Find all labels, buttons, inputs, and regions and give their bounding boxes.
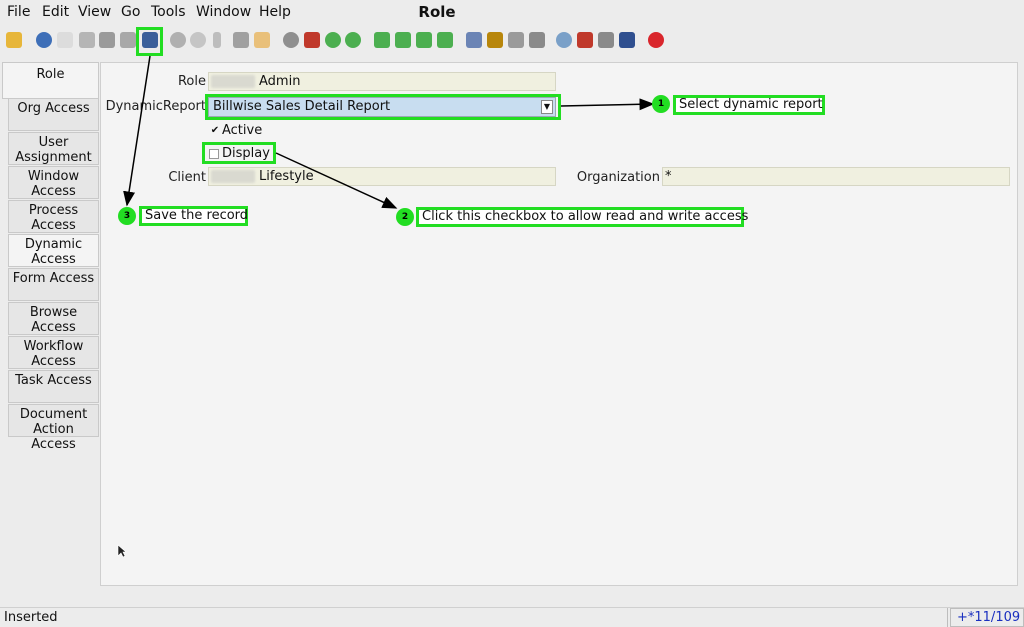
- history-icon[interactable]: [254, 32, 270, 48]
- organization-field[interactable]: *: [662, 167, 1010, 186]
- forward-icon[interactable]: [345, 32, 361, 48]
- back-icon[interactable]: [325, 32, 341, 48]
- tab-dynamic-access[interactable]: Dynamic Access: [8, 234, 99, 267]
- client-value: Lifestyle: [259, 169, 314, 184]
- requests-icon[interactable]: [598, 32, 614, 48]
- refresh-icon[interactable]: [170, 32, 186, 48]
- report-icon[interactable]: [466, 32, 482, 48]
- attachment-icon[interactable]: [213, 32, 221, 48]
- tab-form-access[interactable]: Form Access: [8, 268, 99, 301]
- status-bar: Inserted +*11/109: [0, 607, 1024, 627]
- record-panel: [100, 62, 1018, 586]
- dynamic-report-label: DynamicReport: [105, 99, 206, 114]
- step2-callout: Click this checkbox to allow read and wr…: [416, 207, 748, 227]
- undo-icon[interactable]: [6, 32, 22, 48]
- archive-icon[interactable]: [487, 32, 503, 48]
- chat-icon[interactable]: [233, 32, 249, 48]
- step3-callout: Save the record: [139, 206, 248, 226]
- previous-icon[interactable]: [395, 32, 411, 48]
- first-icon[interactable]: [374, 32, 390, 48]
- client-field[interactable]: Lifestyle: [208, 167, 556, 186]
- active-label: Active: [222, 123, 263, 138]
- tab-browse-access[interactable]: Browse Access: [8, 302, 99, 335]
- step3-badge: 3: [118, 207, 136, 225]
- product-info-icon[interactable]: [619, 32, 635, 48]
- tab-user-assignment[interactable]: User Assignment: [8, 132, 99, 165]
- tab-role[interactable]: Role: [2, 62, 99, 99]
- active-workflows-icon[interactable]: [577, 32, 593, 48]
- active-checkbox[interactable]: ✔: [210, 126, 220, 136]
- status-message: Inserted: [4, 610, 58, 625]
- redacted-text: [211, 75, 255, 88]
- step1-badge: 1: [652, 95, 670, 113]
- status-message-area: [0, 608, 948, 627]
- mouse-cursor-icon: [117, 544, 127, 558]
- step1-callout: Select dynamic report: [673, 95, 825, 115]
- delete-icon[interactable]: [99, 32, 115, 48]
- print-icon[interactable]: [529, 32, 545, 48]
- client-label: Client: [168, 170, 206, 185]
- organization-value: *: [665, 169, 672, 184]
- organization-label: Organization: [576, 170, 660, 185]
- step2-badge: 2: [396, 208, 414, 226]
- role-field[interactable]: Admin: [208, 72, 556, 91]
- tab-org-access[interactable]: Org Access: [8, 98, 99, 131]
- role-label: Role: [177, 74, 206, 89]
- find-icon[interactable]: [190, 32, 206, 48]
- record-info[interactable]: +*11/109: [950, 608, 1024, 627]
- delete-selection-icon[interactable]: [120, 32, 136, 48]
- exit-icon[interactable]: [648, 32, 664, 48]
- menu-bar: File Edit View Go Tools Window Help Role: [0, 0, 1024, 24]
- tab-process-access[interactable]: Process Access: [8, 200, 99, 233]
- display-checkbox-highlight: [202, 142, 276, 164]
- role-value: Admin: [259, 74, 301, 89]
- print-preview-icon[interactable]: [508, 32, 524, 48]
- menu-icon[interactable]: [283, 32, 299, 48]
- last-icon[interactable]: [437, 32, 453, 48]
- window-title: Role: [418, 3, 456, 21]
- zoom-across-icon[interactable]: [556, 32, 572, 48]
- new-icon[interactable]: [57, 32, 73, 48]
- redacted-text: [211, 170, 255, 183]
- tab-window-access[interactable]: Window Access: [8, 166, 99, 199]
- home-icon[interactable]: [304, 32, 320, 48]
- tab-document-action-access[interactable]: Document Action Access: [8, 404, 99, 452]
- next-icon[interactable]: [416, 32, 432, 48]
- tab-task-access[interactable]: Task Access: [8, 370, 99, 403]
- copy-icon[interactable]: [79, 32, 95, 48]
- tab-workflow-access[interactable]: Workflow Access: [8, 336, 99, 369]
- dynamic-report-highlight: [205, 94, 561, 120]
- save-button-highlight: [136, 27, 163, 56]
- help-icon[interactable]: [36, 32, 52, 48]
